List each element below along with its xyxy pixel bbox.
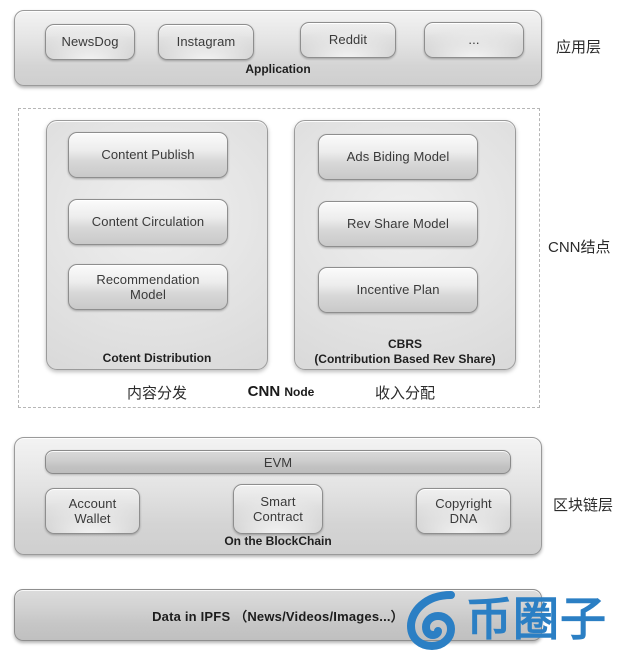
card-label: Rev Share Model: [347, 216, 449, 232]
layer-label-cnn-node: CNN结点: [548, 239, 611, 256]
architecture-diagram: NewsDog Instagram Reddit ... Application…: [0, 0, 625, 655]
cnn-node-title-main: CNN: [247, 383, 281, 400]
card-label: Account Wallet: [68, 495, 117, 526]
evm-label: EVM: [263, 454, 293, 470]
app-item-label: NewsDog: [61, 34, 119, 50]
card-label: Content Circulation: [91, 214, 205, 230]
incentive-plan-card[interactable]: Incentive Plan: [318, 267, 478, 313]
app-item-label: Instagram: [176, 34, 236, 50]
cbrs-caption-line1: CBRS: [387, 337, 422, 351]
account-wallet-card[interactable]: Account Wallet: [45, 488, 140, 534]
content-publish-card[interactable]: Content Publish: [68, 132, 228, 178]
cnn-node-title: CNN Node: [216, 383, 346, 400]
layer-label-application: 应用层: [556, 39, 602, 56]
content-distribution-caption: Cotent Distribution: [102, 351, 212, 365]
cnn-node-title-sub: Node: [284, 385, 315, 399]
card-label: Content Publish: [101, 147, 195, 163]
rev-share-model-card[interactable]: Rev Share Model: [318, 201, 478, 247]
card-label: Smart Contract: [253, 493, 303, 524]
card-label: Recommendation Model: [96, 271, 200, 302]
blockchain-caption: On the BlockChain: [224, 534, 332, 548]
app-item-newsdog[interactable]: NewsDog: [45, 24, 135, 60]
ipfs-label: Data in IPFS （News/Videos/Images...）: [152, 608, 404, 624]
layer-label-blockchain: 区块链层: [553, 497, 614, 514]
copyright-dna-card[interactable]: Copyright DNA: [416, 488, 511, 534]
recommendation-model-card[interactable]: Recommendation Model: [68, 264, 228, 310]
card-label: Ads Biding Model: [346, 149, 450, 165]
app-item-label: ...: [468, 32, 480, 48]
application-caption: Application: [245, 62, 311, 76]
app-item-label: Reddit: [328, 32, 368, 48]
ipfs-storage-bar: Data in IPFS （News/Videos/Images...）: [14, 589, 542, 641]
app-item-instagram[interactable]: Instagram: [158, 24, 254, 60]
card-label: Copyright DNA: [435, 495, 492, 526]
smart-contract-card[interactable]: Smart Contract: [233, 484, 323, 534]
evm-bar[interactable]: EVM: [45, 450, 511, 474]
app-item-reddit[interactable]: Reddit: [300, 22, 396, 58]
cbrs-caption-line2: (Contribution Based Rev Share): [314, 352, 496, 366]
card-label: Incentive Plan: [356, 282, 440, 298]
ads-biding-model-card[interactable]: Ads Biding Model: [318, 134, 478, 180]
content-circulation-card[interactable]: Content Circulation: [68, 199, 228, 245]
app-item-more[interactable]: ...: [424, 22, 524, 58]
